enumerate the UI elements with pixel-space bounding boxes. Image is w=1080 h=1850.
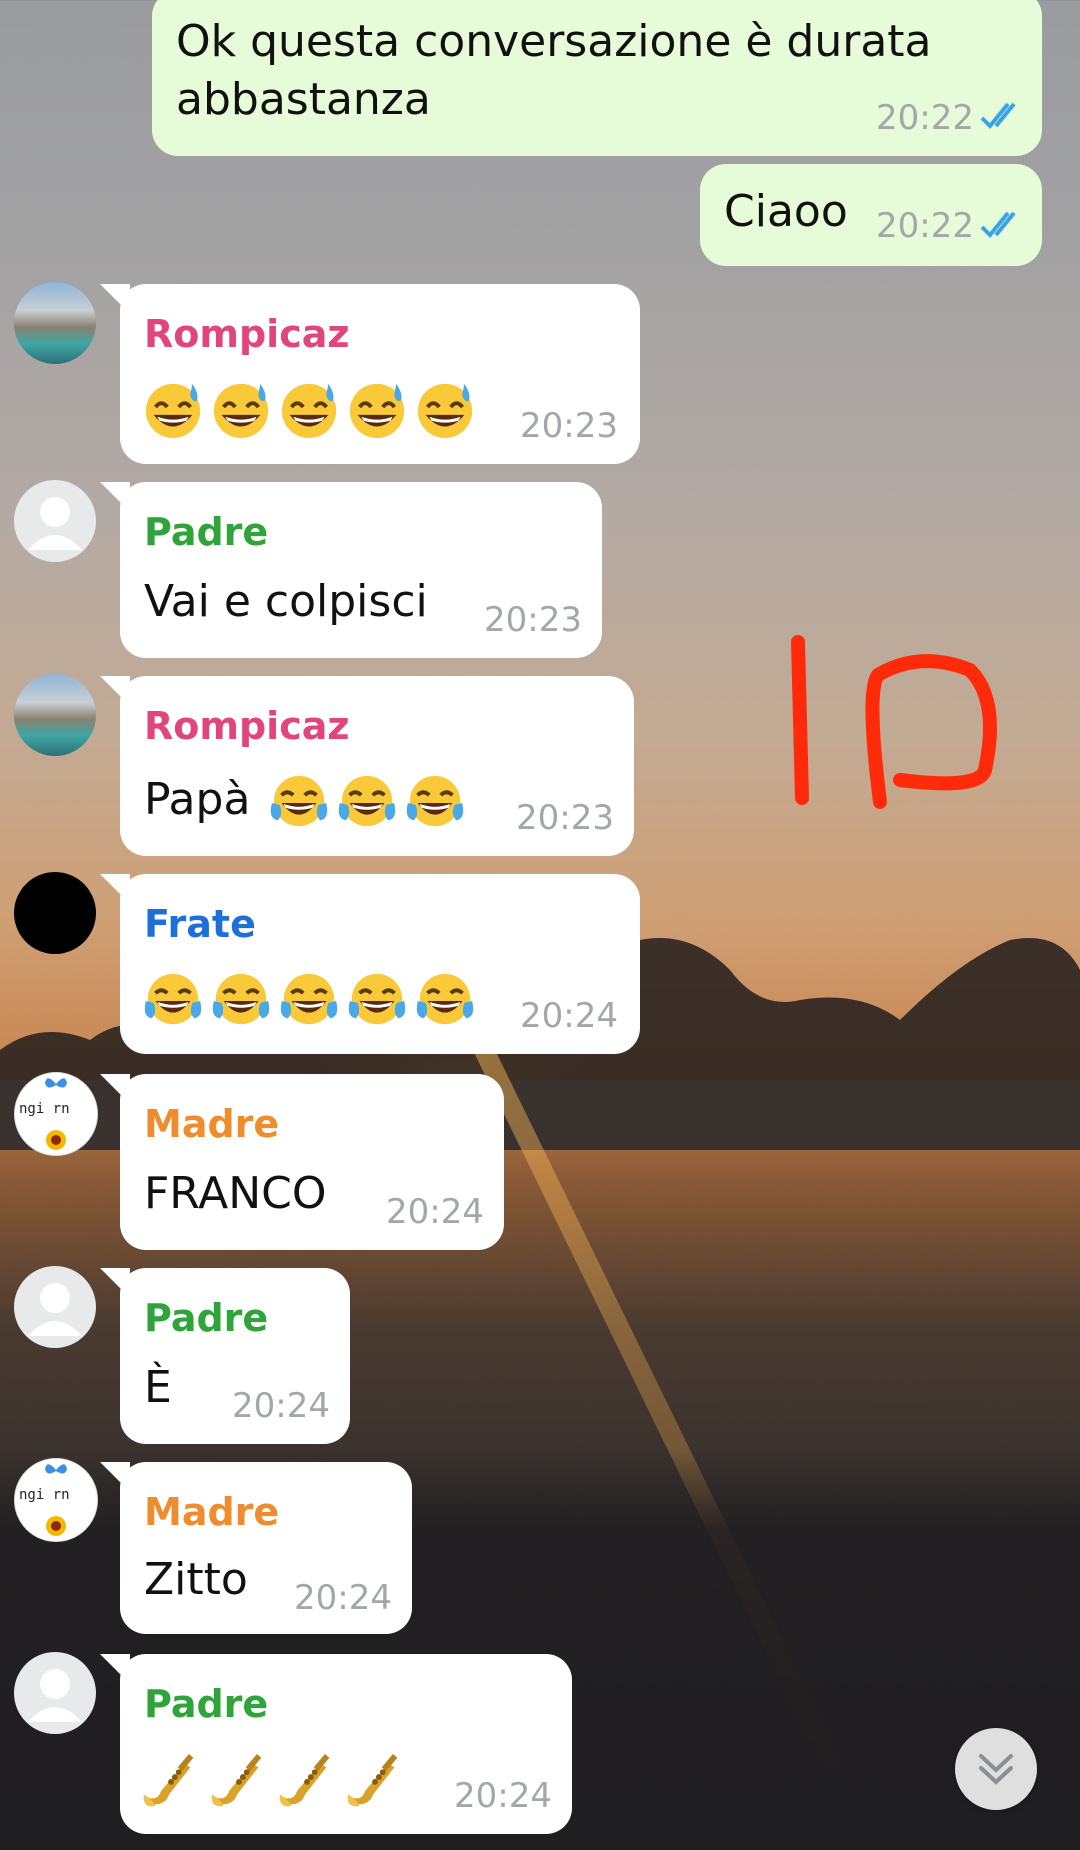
grinning-sweat-emoji-icon xyxy=(346,378,408,440)
scroll-to-bottom-button[interactable] xyxy=(955,1728,1037,1810)
sender-name: Madre xyxy=(144,1490,280,1534)
emoji-row xyxy=(142,968,476,1030)
message-time: 20:23 xyxy=(520,406,618,446)
tears-of-joy-emoji-icon xyxy=(142,968,204,1030)
avatar-madre-text: ngi rn xyxy=(19,1101,70,1117)
message-time: 20:24 xyxy=(294,1578,392,1618)
tears-of-joy-emoji-icon xyxy=(404,770,466,832)
tears-of-joy-emoji-icon xyxy=(346,968,408,1030)
avatar-frate[interactable] xyxy=(14,872,96,954)
read-ticks-icon xyxy=(980,102,1016,129)
message-time: 20:22 xyxy=(876,98,974,138)
message-bubble-outgoing[interactable]: Ciaoo 20:22 xyxy=(700,164,1042,266)
message-time: 20:24 xyxy=(386,1192,484,1232)
avatar-padre[interactable] xyxy=(14,1266,96,1348)
message-text: Ok questa conversazione è durata xyxy=(176,16,932,67)
message-time: 20:24 xyxy=(232,1386,330,1426)
message-bubble-outgoing[interactable]: Ok questa conversazione è durata abbasta… xyxy=(152,0,1042,156)
message-bubble-incoming[interactable]: Frate 20:24 xyxy=(120,874,640,1054)
avatar-madre-text: ngi rn xyxy=(19,1487,70,1503)
message-bubble-incoming[interactable]: Madre Zitto 20:24 xyxy=(120,1462,412,1634)
emoji-row xyxy=(140,1748,406,1810)
message-text: Zitto xyxy=(144,1554,248,1605)
avatar-rompicaz[interactable] xyxy=(14,674,96,756)
tears-of-joy-emoji-icon xyxy=(210,968,272,1030)
sunflower-icon xyxy=(46,1516,66,1536)
message-text: Ciaoo xyxy=(724,186,848,237)
message-bubble-incoming[interactable]: Rompicaz 20:23 xyxy=(120,284,640,464)
message-time: 20:24 xyxy=(454,1776,552,1816)
message-text: FRANCO xyxy=(144,1168,327,1219)
sender-name: Frate xyxy=(144,902,256,946)
message-text: Vai e colpisci xyxy=(144,576,428,627)
sender-name: Madre xyxy=(144,1102,280,1146)
message-time: 20:24 xyxy=(520,996,618,1036)
emoji-row xyxy=(268,770,466,832)
message-bubble-incoming[interactable]: Padre È 20:24 xyxy=(120,1268,350,1444)
message-bubble-incoming[interactable]: Madre FRANCO 20:24 xyxy=(120,1074,504,1250)
grinning-sweat-emoji-icon xyxy=(278,378,340,440)
message-text: È xyxy=(144,1362,172,1413)
message-time: 20:23 xyxy=(516,798,614,838)
avatar-padre[interactable] xyxy=(14,1652,96,1734)
sender-name: Rompicaz xyxy=(144,704,350,748)
message-time: 20:23 xyxy=(484,600,582,640)
read-ticks-icon xyxy=(980,211,1016,238)
trumpet-emoji-icon xyxy=(140,1748,202,1810)
default-person-icon xyxy=(28,1283,82,1336)
sender-name: Padre xyxy=(144,510,269,554)
message-bubble-incoming[interactable]: Rompicaz Papà 20:23 xyxy=(120,676,634,856)
message-time: 20:22 xyxy=(876,206,974,246)
avatar-padre[interactable] xyxy=(14,480,96,562)
double-chevron-down-icon xyxy=(979,1754,1013,1785)
trumpet-emoji-icon xyxy=(276,1748,338,1810)
tears-of-joy-emoji-icon xyxy=(336,770,398,832)
grinning-sweat-emoji-icon xyxy=(142,378,204,440)
sender-name: Rompicaz xyxy=(144,312,350,356)
tears-of-joy-emoji-icon xyxy=(278,968,340,1030)
sunflower-icon xyxy=(46,1130,66,1150)
grinning-sweat-emoji-icon xyxy=(210,378,272,440)
avatar-rompicaz[interactable] xyxy=(14,282,96,364)
emoji-row xyxy=(142,378,476,440)
handwritten-mark xyxy=(791,635,997,809)
message-bubble-incoming[interactable]: Padre Vai e colpisci 20:23 xyxy=(120,482,602,658)
sender-name: Padre xyxy=(144,1682,269,1726)
grinning-sweat-emoji-icon xyxy=(414,378,476,440)
trumpet-emoji-icon xyxy=(344,1748,406,1810)
default-person-icon xyxy=(28,1669,82,1722)
trumpet-emoji-icon xyxy=(208,1748,270,1810)
avatar-madre[interactable]: ngi rn xyxy=(14,1072,98,1156)
butterfly-icon xyxy=(45,1078,67,1088)
avatar-madre[interactable]: ngi rn xyxy=(14,1458,98,1542)
sender-name: Padre xyxy=(144,1296,269,1340)
message-text: Papà xyxy=(144,774,251,825)
message-bubble-incoming[interactable]: Padre 20:24 xyxy=(120,1654,572,1834)
tears-of-joy-emoji-icon xyxy=(268,770,330,832)
tears-of-joy-emoji-icon xyxy=(414,968,476,1030)
butterfly-icon xyxy=(45,1464,67,1474)
message-text-line2: abbastanza xyxy=(176,74,431,125)
default-person-icon xyxy=(28,497,82,550)
